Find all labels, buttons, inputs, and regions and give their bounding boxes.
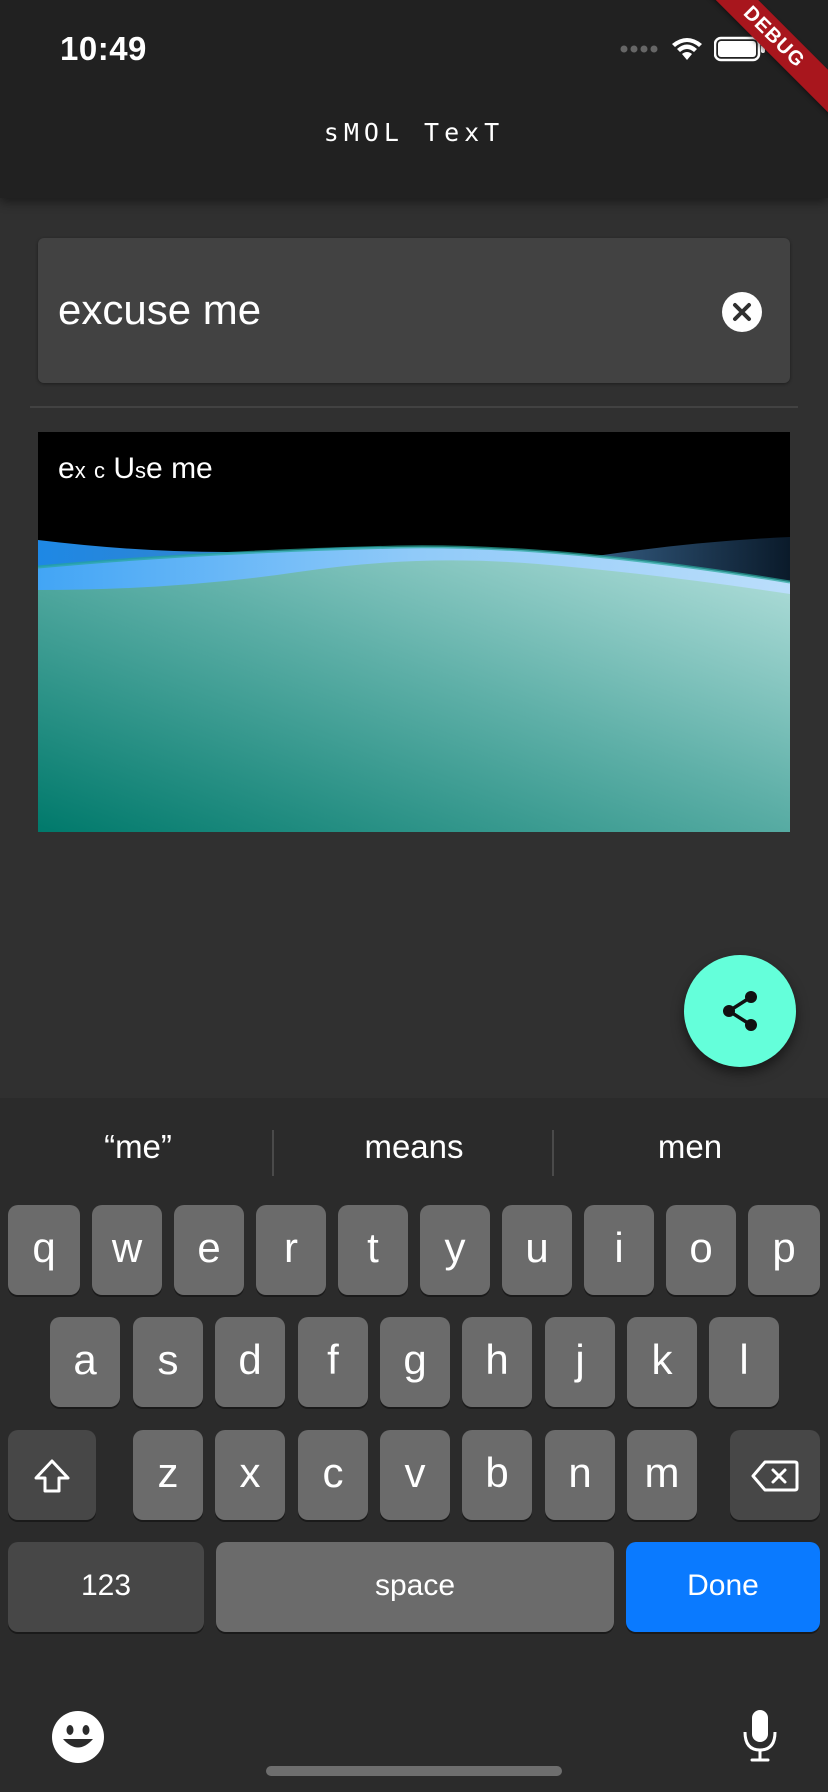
done-key[interactable]: Done [626,1542,820,1632]
shift-icon [34,1459,70,1493]
suggestion-3[interactable]: men [552,1128,828,1166]
key-i[interactable]: i [584,1205,654,1295]
key-z[interactable]: z [133,1430,203,1520]
key-h[interactable]: h [462,1317,532,1407]
divider [30,406,798,408]
key-m[interactable]: m [627,1430,697,1520]
status-icons [620,34,766,64]
emoji-icon[interactable] [51,1710,105,1764]
key-n[interactable]: n [545,1430,615,1520]
suggestion-2[interactable]: means [276,1128,552,1166]
key-b[interactable]: b [462,1430,532,1520]
shift-key[interactable] [8,1430,96,1520]
key-j[interactable]: j [545,1317,615,1407]
wave-background [38,537,790,832]
space-key[interactable]: space [216,1542,614,1632]
text-input-value[interactable]: excuse me [58,286,261,334]
key-l[interactable]: l [709,1317,779,1407]
text-input[interactable]: excuse me [38,238,790,383]
suggestion-divider [272,1130,274,1176]
app-title: sMOL TexT [323,118,505,147]
key-g[interactable]: g [380,1317,450,1407]
key-y[interactable]: y [420,1205,490,1295]
suggestion-bar: “me” means men [0,1098,828,1208]
backspace-icon [751,1460,799,1492]
microphone-icon[interactable] [742,1708,778,1764]
key-p[interactable]: p [748,1205,820,1295]
key-e[interactable]: e [174,1205,244,1295]
suggestion-1[interactable]: “me” [0,1128,276,1166]
home-indicator[interactable] [266,1766,562,1776]
wifi-icon [672,38,702,60]
numbers-key[interactable]: 123 [8,1542,204,1632]
share-button[interactable] [684,955,796,1067]
preview-text: ex c Use me [58,452,213,485]
key-w[interactable]: w [92,1205,162,1295]
backspace-key[interactable] [730,1430,820,1520]
clear-icon [733,303,751,321]
cellular-icon [620,45,658,53]
key-o[interactable]: o [666,1205,736,1295]
key-r[interactable]: r [256,1205,326,1295]
clear-button[interactable] [722,292,762,332]
app-bar: 10:49 sMOL TexT [0,0,828,198]
key-c[interactable]: c [298,1430,368,1520]
key-a[interactable]: a [50,1317,120,1407]
preview-card: ex c Use me [38,432,790,832]
key-f[interactable]: f [298,1317,368,1407]
status-time: 10:49 [60,30,147,67]
key-q[interactable]: q [8,1205,80,1295]
key-k[interactable]: k [627,1317,697,1407]
key-x[interactable]: x [215,1430,285,1520]
key-d[interactable]: d [215,1317,285,1407]
key-v[interactable]: v [380,1430,450,1520]
key-t[interactable]: t [338,1205,408,1295]
key-u[interactable]: u [502,1205,572,1295]
key-s[interactable]: s [133,1317,203,1407]
keyboard-bottom-row [0,1688,828,1792]
share-icon [723,991,757,1031]
